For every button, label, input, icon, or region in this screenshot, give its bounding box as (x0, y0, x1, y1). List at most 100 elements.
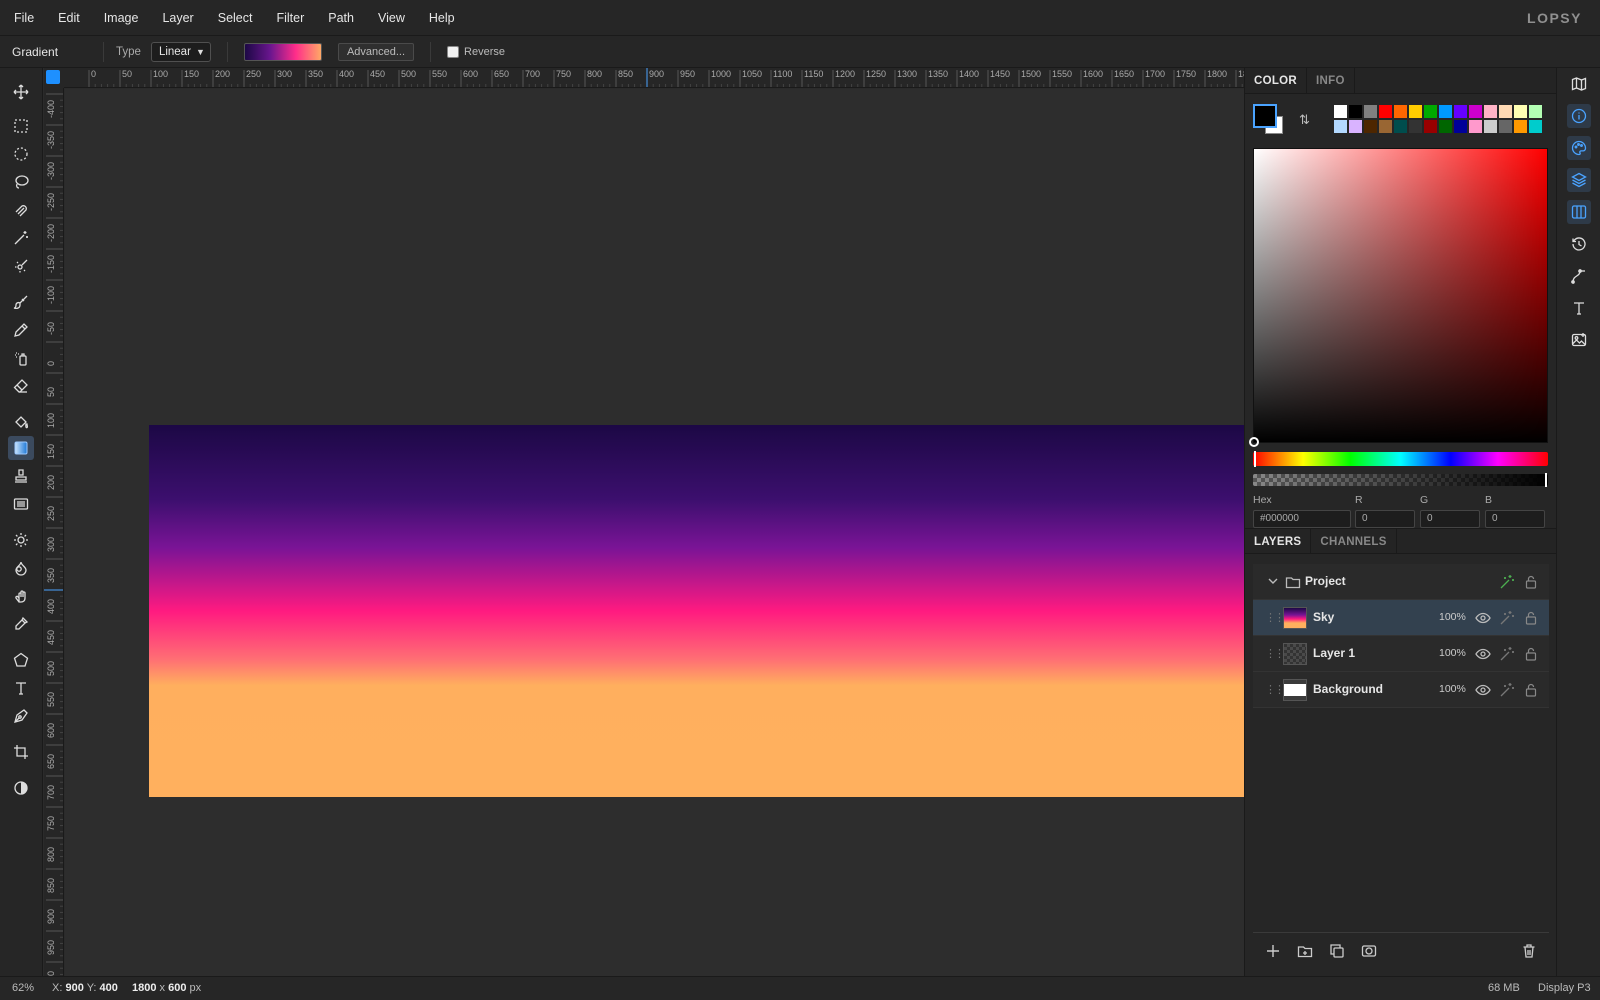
trash-icon[interactable] (1521, 943, 1537, 959)
new-group-icon[interactable] (1297, 943, 1313, 959)
polygon-icon[interactable] (8, 648, 34, 672)
tab-info[interactable]: INFO (1307, 68, 1355, 93)
dodge-icon[interactable] (8, 528, 34, 552)
eye-icon[interactable] (1475, 610, 1491, 626)
effects-icon[interactable] (1499, 610, 1515, 626)
tab-layers[interactable]: LAYERS (1245, 529, 1312, 553)
layer-row[interactable]: ⋮⋮ Sky 100% (1253, 600, 1549, 636)
pen-icon[interactable] (8, 704, 34, 728)
color-picker-handle[interactable] (1249, 437, 1259, 447)
r-input[interactable]: 0 (1355, 510, 1415, 528)
eye-icon[interactable] (1475, 682, 1491, 698)
color-swatch[interactable] (1423, 104, 1438, 119)
info-icon[interactable] (1567, 104, 1591, 128)
type-icon[interactable] (1567, 296, 1591, 320)
alpha-slider[interactable] (1253, 473, 1548, 487)
path-icon[interactable] (1567, 264, 1591, 288)
color-swatch[interactable] (1378, 104, 1393, 119)
rect-select-icon[interactable] (8, 114, 34, 138)
color-swatch[interactable] (1528, 119, 1543, 134)
gradient-type-select[interactable]: Linear ▼ (150, 41, 211, 62)
tab-channels[interactable]: CHANNELS (1311, 529, 1397, 553)
color-swatch[interactable] (1513, 119, 1528, 134)
pattern-icon[interactable] (8, 492, 34, 516)
eyedropper-icon[interactable] (8, 612, 34, 636)
layer-row[interactable]: ⋮⋮ Layer 1 100% (1253, 636, 1549, 672)
burn-icon[interactable] (8, 556, 34, 580)
chevron-down-icon[interactable] (1265, 573, 1281, 589)
magic-wand-icon[interactable] (8, 226, 34, 250)
menu-layer[interactable]: Layer (150, 0, 205, 36)
palette-icon[interactable] (1567, 136, 1591, 160)
duplicate-layer-icon[interactable] (1329, 943, 1345, 959)
ruler-corner[interactable] (44, 68, 64, 88)
lock-icon[interactable] (1523, 646, 1539, 662)
color-swatch[interactable] (1438, 119, 1453, 134)
vertical-ruler[interactable]: -400 -350 -300 -250 -200 -150 -100 -50 0 50 100 150… (44, 88, 64, 976)
image-icon[interactable] (1567, 328, 1591, 352)
hue-slider-knob[interactable] (1254, 451, 1256, 467)
color-swatch[interactable] (1393, 119, 1408, 134)
color-swatch[interactable] (1378, 119, 1393, 134)
eraser-icon[interactable] (8, 374, 34, 398)
color-swatch[interactable] (1393, 104, 1408, 119)
swap-colors-icon[interactable]: ⇅ (1299, 112, 1310, 128)
quick-select-icon[interactable] (8, 254, 34, 278)
alpha-slider-knob[interactable] (1545, 473, 1547, 487)
channels-icon[interactable] (1567, 200, 1591, 224)
menu-select[interactable]: Select (206, 0, 265, 36)
color-profile[interactable]: Display P3 (1538, 982, 1591, 994)
color-swatch[interactable] (1528, 104, 1543, 119)
lasso-icon[interactable] (8, 170, 34, 194)
horizontal-ruler[interactable]: 0 50 100 150 200 250 300 350 400 450 500 550 600 650 7… (64, 68, 1244, 88)
color-swatch[interactable] (1408, 119, 1423, 134)
color-swatch[interactable] (1483, 119, 1498, 134)
hue-slider[interactable] (1253, 451, 1548, 467)
advanced-button[interactable]: Advanced... (337, 42, 415, 61)
color-swatch[interactable] (1333, 104, 1348, 119)
drag-handle-icon[interactable]: ⋮⋮ (1265, 611, 1285, 624)
color-swatch[interactable] (1468, 104, 1483, 119)
drag-handle-icon[interactable]: ⋮⋮ (1265, 647, 1285, 660)
menu-filter[interactable]: Filter (264, 0, 316, 36)
gradient-icon[interactable] (8, 436, 34, 460)
layers-icon[interactable] (1567, 168, 1591, 192)
spray-icon[interactable] (8, 346, 34, 370)
crop-icon[interactable] (8, 740, 34, 764)
fill-icon[interactable] (8, 410, 34, 434)
gradient-preview[interactable] (243, 42, 322, 61)
brush-icon[interactable] (8, 290, 34, 314)
drag-handle-icon[interactable]: ⋮⋮ (1265, 683, 1285, 696)
color-swatch[interactable] (1348, 119, 1363, 134)
layer-opacity[interactable]: 100% (1439, 647, 1466, 659)
pencil-icon[interactable] (8, 318, 34, 342)
layer-row[interactable]: ⋮⋮ Background 100% (1253, 672, 1549, 708)
contrast-icon[interactable] (8, 776, 34, 800)
color-swatch[interactable] (1453, 104, 1468, 119)
color-swatch[interactable] (1498, 104, 1513, 119)
saturation-value-picker[interactable] (1249, 148, 1548, 447)
mask-icon[interactable] (1361, 943, 1377, 959)
color-swatch[interactable] (1483, 104, 1498, 119)
ellipse-select-icon[interactable] (8, 142, 34, 166)
b-input[interactable]: 0 (1485, 510, 1545, 528)
smudge-icon[interactable] (8, 584, 34, 608)
menu-edit[interactable]: Edit (46, 0, 92, 36)
zoom-level[interactable]: 62% (12, 982, 34, 994)
ruler-origin-marker[interactable] (46, 70, 60, 84)
canvas-workspace[interactable] (65, 89, 1265, 976)
g-input[interactable]: 0 (1420, 510, 1480, 528)
color-swatch[interactable] (1333, 119, 1348, 134)
hex-input[interactable]: #000000 (1253, 510, 1351, 528)
add-layer-icon[interactable] (1265, 943, 1281, 959)
canvas-image[interactable] (149, 425, 1265, 797)
menu-path[interactable]: Path (316, 0, 366, 36)
layer-opacity[interactable]: 100% (1439, 683, 1466, 695)
layer-opacity[interactable]: 100% (1439, 611, 1466, 623)
map-icon[interactable] (1567, 72, 1591, 96)
color-swatch[interactable] (1348, 104, 1363, 119)
text-icon[interactable] (8, 676, 34, 700)
layer-group-project[interactable]: Project (1253, 564, 1549, 600)
color-swatch[interactable] (1363, 119, 1378, 134)
color-swatch[interactable] (1498, 119, 1513, 134)
